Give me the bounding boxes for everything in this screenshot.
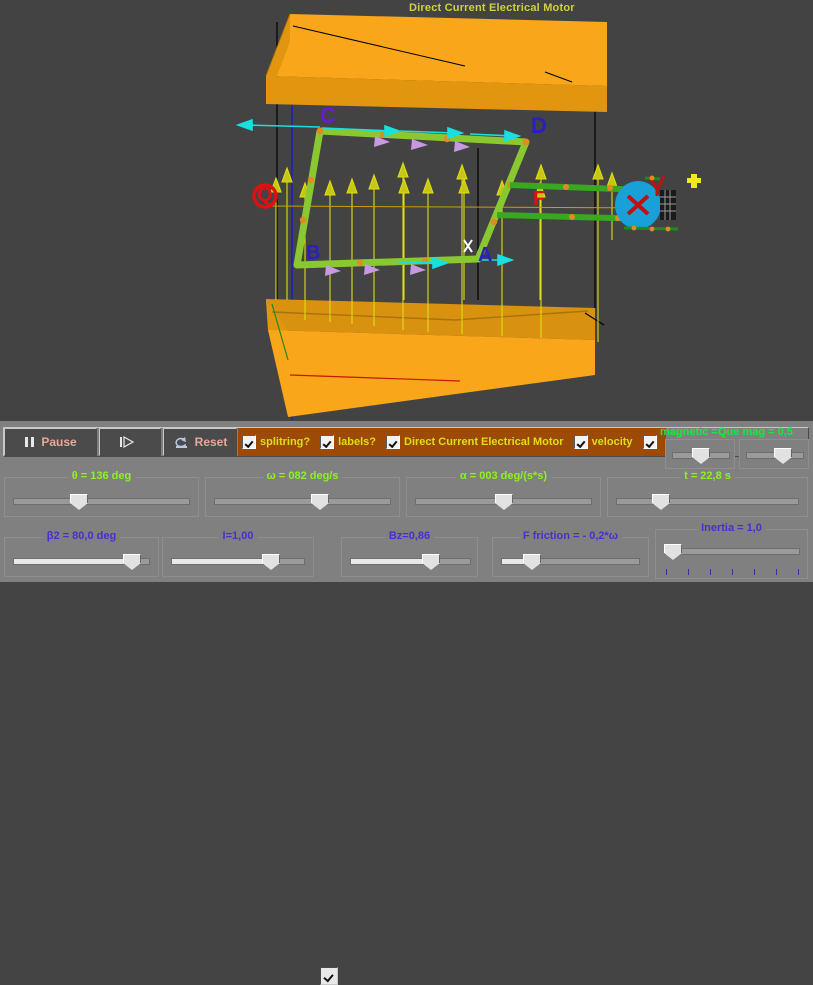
bz-label: Bz=0,86 (384, 530, 435, 542)
inertia-label: Inertia = 1,0 (697, 522, 766, 534)
coil-label-a: A (478, 244, 493, 266)
application-window: Direct Current Electrical Motor A B C D … (0, 0, 813, 985)
reset-icon (175, 436, 187, 448)
pause-icon (25, 437, 35, 447)
checkbox-splitring[interactable]: splitring? (242, 435, 310, 449)
checkbox-splitring-box[interactable] (242, 435, 256, 449)
time-slider-group: t = 22,8 s (607, 470, 808, 517)
motor-drawing (235, 13, 701, 420)
checkbox-bar: splitring? labels? Direct Current Electr… (238, 428, 666, 456)
inertia-slider-ticks (664, 569, 800, 576)
step-forward-icon (120, 436, 135, 448)
checkbox-dc-motor-box[interactable] (386, 435, 401, 449)
checkbox-velocity-box[interactable] (573, 435, 588, 449)
force-label-f: F (533, 188, 546, 210)
coil-label-c: C (320, 103, 336, 128)
reset-label: Reset (194, 435, 228, 449)
bz-slider-group: Bz=0,86 (341, 530, 478, 577)
checkbox-extra-toolbar[interactable] (642, 435, 661, 449)
extra-checkbox[interactable] (320, 967, 338, 985)
theta-slider-group: θ = 136 deg (4, 470, 199, 517)
simulation-3d-view[interactable]: Direct Current Electrical Motor A B C D … (0, 0, 813, 421)
alpha-label: α = 003 deg/(s*s) (455, 470, 552, 482)
ffriction-slider-group: F friction = - 0,2*ω (492, 530, 649, 577)
checkbox-dc-motor[interactable]: Direct Current Electrical Motor (386, 435, 564, 449)
checkbox-velocity[interactable]: velocity (573, 435, 633, 449)
reset-button[interactable]: Reset (163, 428, 237, 456)
checkbox-labels-label: labels? (338, 436, 377, 448)
current-label: I=1,00 (218, 530, 258, 542)
alpha-slider-group: α = 003 deg/(s*s) (406, 470, 601, 517)
checkbox-dc-motor-label: Direct Current Electrical Motor (404, 436, 564, 448)
beta2-label: β2 = 80,0 deg (42, 530, 121, 542)
checkbox-velocity-label: velocity (591, 436, 633, 448)
ffriction-label: F friction = - 0,2*ω (518, 530, 623, 542)
omega-label: ω = 082 deg/s (262, 470, 343, 482)
step-button[interactable] (99, 428, 161, 456)
omega-slider-group: ω = 082 deg/s (205, 470, 400, 517)
charge-label-q: Q (257, 184, 273, 206)
theta-label: θ = 136 deg (67, 470, 136, 482)
checkbox-extra-toolbar-box[interactable] (642, 435, 657, 449)
inertia-slider-group: Inertia = 1,0 (655, 522, 808, 579)
quemag-slider-group (739, 439, 809, 469)
current-slider-group: I=1,00 (162, 530, 314, 577)
quemag-label: Que mag = 0,5 (718, 426, 793, 438)
pause-button[interactable]: Pause (4, 428, 97, 456)
magnetic-slider-group (665, 439, 735, 469)
checkbox-splitring-label: splitring? (260, 436, 311, 448)
checkbox-labels-box[interactable] (320, 435, 335, 449)
control-panel: Pause Reset splitring? labels? Direct Cu… (0, 421, 813, 985)
coil-label-b: B (306, 242, 321, 264)
beta2-slider-group: β2 = 80,0 deg (4, 530, 159, 577)
time-label: t = 22,8 s (680, 470, 735, 482)
checkbox-labels[interactable]: labels? (320, 435, 376, 449)
coil-label-d: D (531, 113, 547, 138)
scene-title: Direct Current Electrical Motor (409, 2, 575, 14)
pause-label: Pause (41, 435, 77, 449)
magnetic-label: magnetic = (660, 426, 718, 438)
